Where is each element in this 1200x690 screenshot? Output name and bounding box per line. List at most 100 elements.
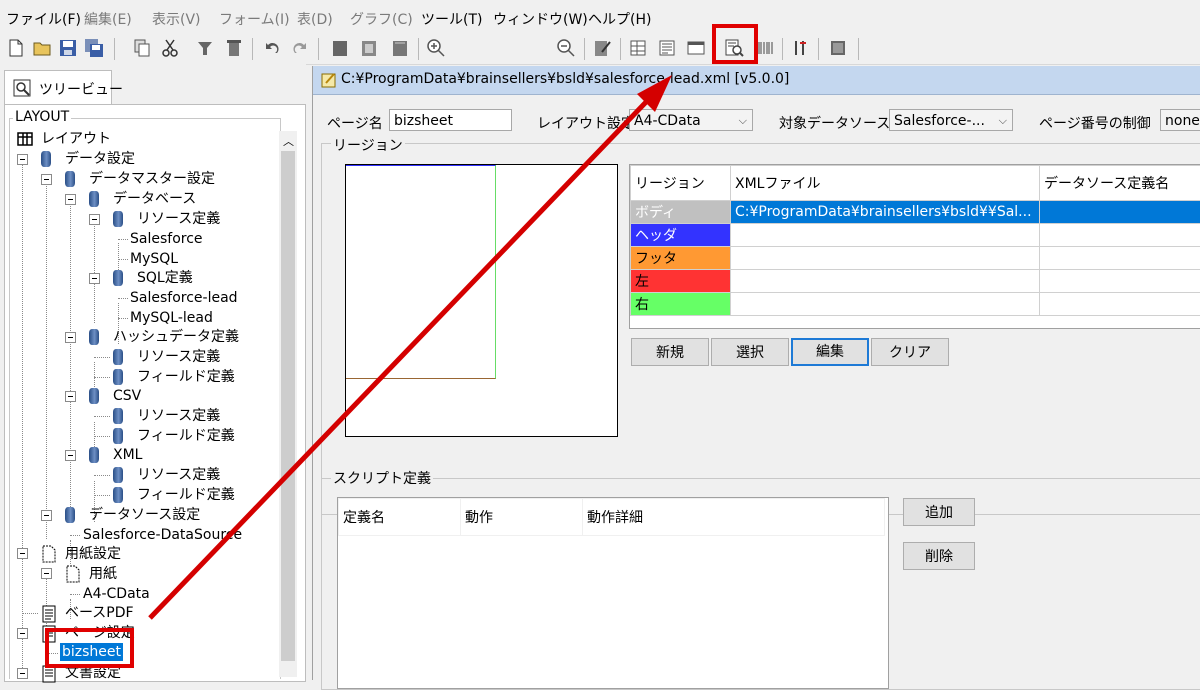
delete-icon[interactable] (224, 38, 244, 58)
page-icon[interactable] (330, 38, 350, 58)
tree-item-bizsheet[interactable]: bizsheet (60, 643, 123, 661)
paste-icon[interactable] (195, 38, 215, 58)
column-header[interactable]: データソース定義名 (1040, 166, 1200, 201)
table-row[interactable]: 左 (631, 270, 1200, 293)
table-row[interactable]: フッタ (631, 247, 1200, 270)
tree-item-mysql[interactable]: MySQL (130, 250, 178, 268)
collapse-icon[interactable] (17, 668, 28, 679)
menu-edit[interactable]: 編集(E) (84, 9, 132, 29)
redo-icon[interactable] (290, 38, 310, 58)
table-icon[interactable] (628, 38, 648, 58)
tree-item-datasource-settings[interactable]: データソース設定 (89, 506, 200, 524)
text-table-icon[interactable] (657, 38, 677, 58)
tree-item-database[interactable]: データベース (113, 190, 196, 208)
column-header[interactable]: リージョン (631, 166, 731, 201)
tree-scrollbar-thumb[interactable] (281, 151, 295, 661)
tree-item-mysql-lead[interactable]: MySQL-lead (130, 309, 213, 327)
menu-table[interactable]: 表(D) (297, 9, 333, 29)
tree-item-document-settings[interactable]: 文書設定 (65, 664, 121, 682)
save-all-icon[interactable] (84, 38, 104, 58)
datasource-cell[interactable] (1040, 247, 1200, 270)
collapse-icon[interactable] (17, 154, 28, 165)
menu-view[interactable]: 表示(V) (152, 9, 201, 29)
window-icon[interactable] (686, 38, 706, 58)
collapse-icon[interactable] (17, 628, 28, 639)
clear-region-button[interactable]: クリア (871, 338, 949, 366)
collapse-icon[interactable] (65, 332, 76, 343)
page-number-control-select[interactable]: none (1160, 109, 1200, 131)
tree-item-salesforce-datasource[interactable]: Salesforce-DataSource (83, 526, 242, 544)
region-name-cell[interactable]: フッタ (631, 247, 731, 270)
tree-item-base-pdf[interactable]: ベースPDF (65, 604, 134, 622)
column-header[interactable]: 動作 (461, 499, 583, 536)
column-header[interactable]: 動作詳細 (583, 499, 885, 536)
tree-item-resource-def[interactable]: リソース定義 (137, 210, 220, 228)
tree-item-data-master[interactable]: データマスター設定 (89, 170, 215, 188)
page-name-input[interactable]: bizsheet (389, 109, 512, 131)
tree-item-paper[interactable]: 用紙 (89, 565, 117, 583)
column-header[interactable]: XMLファイル (731, 166, 1040, 201)
layout-setting-select[interactable]: A4-CData ⌵ (629, 109, 753, 131)
menu-tools[interactable]: ツール(T) (421, 9, 482, 29)
save-icon[interactable] (58, 38, 78, 58)
edit-form-icon[interactable] (592, 38, 612, 58)
collapse-icon[interactable] (41, 510, 52, 521)
collapse-icon[interactable] (89, 214, 100, 225)
tree-item-field-def[interactable]: フィールド定義 (137, 368, 235, 386)
xml-file-cell[interactable] (731, 293, 1040, 316)
undo-icon[interactable] (262, 38, 282, 58)
menu-window[interactable]: ウィンドウ(W) (493, 9, 588, 29)
scroll-up-icon[interactable]: ︿ (283, 133, 294, 149)
column-header[interactable]: 定義名 (339, 499, 461, 536)
xml-file-cell[interactable] (731, 247, 1040, 270)
open-folder-icon[interactable] (32, 38, 52, 58)
tab-tree-view[interactable]: ツリービュー (4, 70, 112, 105)
tree-item-salesforce-lead[interactable]: Salesforce-lead (130, 289, 238, 307)
xml-file-cell[interactable] (731, 224, 1040, 247)
collapse-icon[interactable] (89, 273, 100, 284)
region-body-preview[interactable] (346, 165, 496, 379)
region-preview[interactable] (345, 164, 618, 437)
region-name-cell[interactable]: 左 (631, 270, 731, 293)
collapse-icon[interactable] (65, 194, 76, 205)
tree-item-a4-cdata[interactable]: A4-CData (83, 585, 150, 603)
tree-item-page-settings[interactable]: ページ設定 (65, 624, 135, 642)
tree-item-field-def[interactable]: フィールド定義 (137, 427, 235, 445)
menu-help[interactable]: ヘルプ(H) (588, 9, 651, 29)
tree-item-resource-def[interactable]: リソース定義 (137, 407, 220, 425)
zoom-out-icon[interactable] (556, 38, 576, 58)
collapse-icon[interactable] (17, 548, 28, 559)
tree-item-hash-def[interactable]: ハッシュデータ定義 (113, 328, 239, 346)
collapse-icon[interactable] (65, 391, 76, 402)
region-name-cell[interactable]: ヘッダ (631, 224, 731, 247)
datasource-cell[interactable] (1040, 293, 1200, 316)
collapse-icon[interactable] (65, 450, 76, 461)
add-script-button[interactable]: 追加 (903, 498, 975, 526)
datasource-cell[interactable] (1040, 224, 1200, 247)
menu-form[interactable]: フォーム(I) (219, 9, 290, 29)
tree-item-layout[interactable]: レイアウト (41, 130, 111, 148)
tree-item-salesforce[interactable]: Salesforce (130, 230, 203, 248)
datasource-cell[interactable] (1040, 201, 1200, 224)
tree-item-paper-settings[interactable]: 用紙設定 (65, 545, 121, 563)
tree-item-sql-def[interactable]: SQL定義 (137, 269, 193, 287)
xml-file-cell[interactable]: C:¥ProgramData¥brainsellers¥bsld¥¥Sal... (731, 201, 1040, 224)
tree-item-xml[interactable]: XML (113, 446, 142, 464)
menu-graph[interactable]: グラフ(C) (350, 9, 413, 29)
preview-icon[interactable] (724, 38, 744, 58)
select-region-button[interactable]: 選択 (711, 338, 789, 366)
table-row[interactable]: ボディ C:¥ProgramData¥brainsellers¥bsld¥¥Sa… (631, 201, 1200, 224)
page-settings-icon[interactable] (359, 38, 379, 58)
new-file-icon[interactable] (6, 38, 26, 58)
collapse-icon[interactable] (41, 568, 52, 579)
table-row[interactable]: 右 (631, 293, 1200, 316)
zoom-in-icon[interactable] (426, 38, 446, 58)
tree-item-csv[interactable]: CSV (113, 387, 141, 405)
xml-file-cell[interactable] (731, 270, 1040, 293)
tree-item-field-def[interactable]: フィールド定義 (137, 486, 235, 504)
table-row[interactable]: ヘッダ (631, 224, 1200, 247)
menu-file[interactable]: ファイル(F) (6, 9, 81, 29)
edit-region-button[interactable]: 編集 (791, 338, 869, 366)
tree-scrollbar[interactable]: ︿ (279, 131, 297, 677)
collapse-icon[interactable] (41, 174, 52, 185)
